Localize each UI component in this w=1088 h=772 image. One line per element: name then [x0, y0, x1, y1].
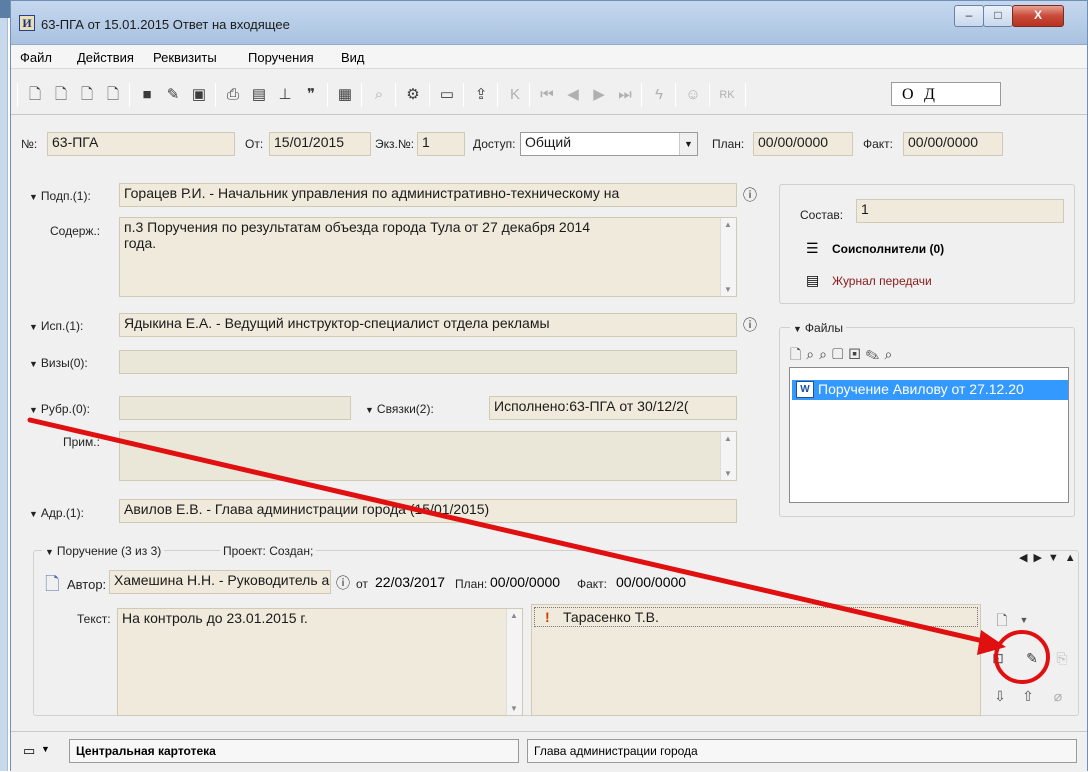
annotation-overlay [27, 417, 1050, 684]
annotation-arrow-line [27, 417, 999, 647]
annotation-circle [994, 630, 1050, 684]
